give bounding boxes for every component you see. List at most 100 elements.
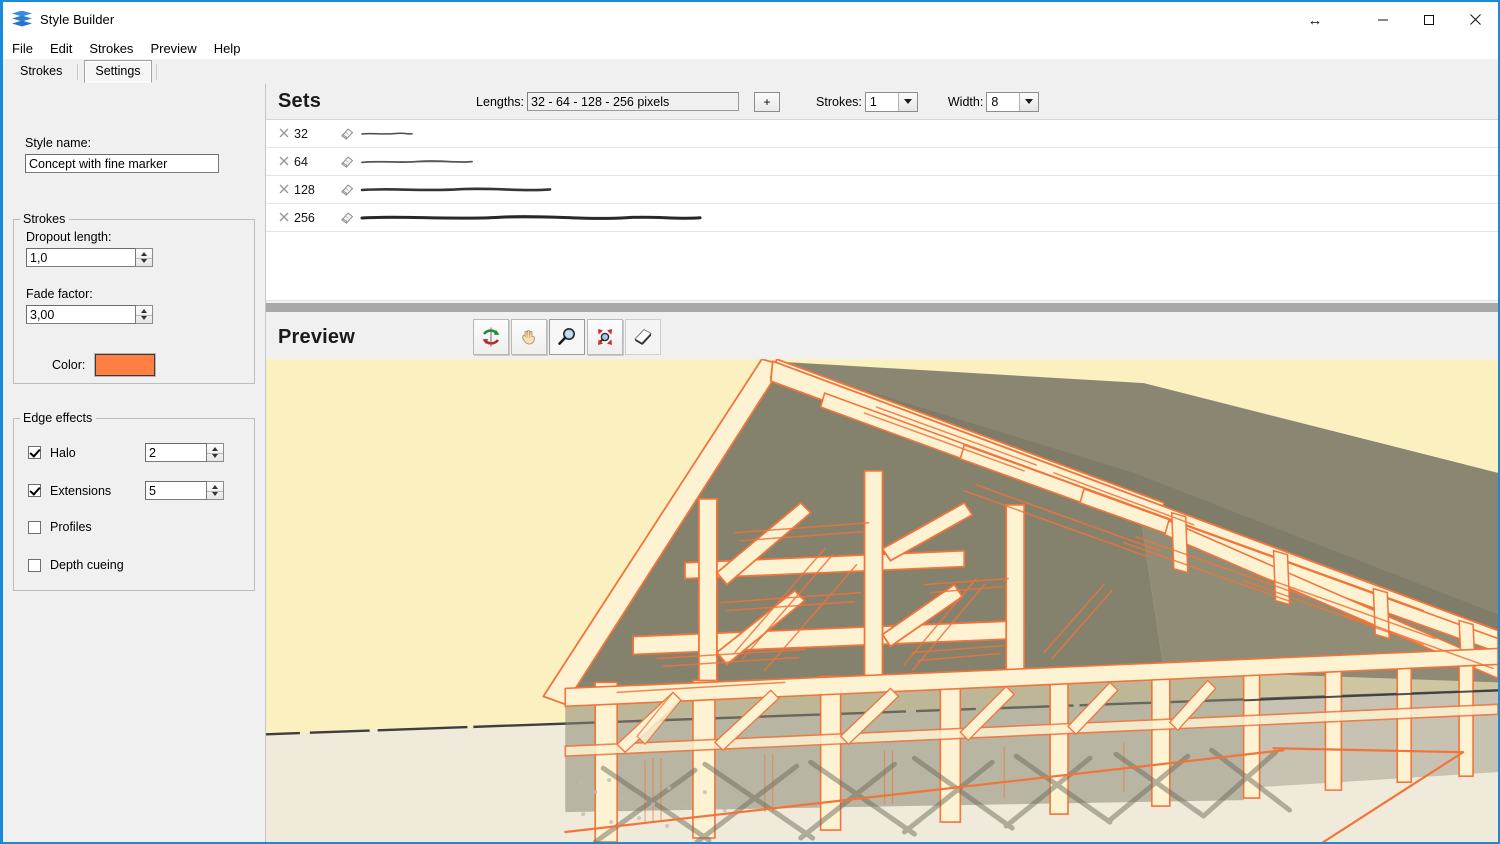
fade-factor-spin-buttons[interactable]: [136, 305, 153, 324]
stroke-color-swatch[interactable]: [95, 354, 156, 376]
window-title: Style Builder: [40, 12, 115, 27]
edge-effect-extensions-row: Extensions: [28, 481, 224, 500]
tab-settings[interactable]: Settings: [84, 60, 152, 83]
halo-stepper[interactable]: [145, 443, 224, 462]
eraser-icon[interactable]: [334, 182, 360, 198]
eraser-icon[interactable]: [334, 210, 360, 226]
edge-effects-group: Edge effects Halo Extensions: [13, 411, 255, 591]
tab-strokes[interactable]: Strokes: [9, 60, 73, 83]
width-select[interactable]: 8: [986, 91, 1040, 112]
set-length-value: 64: [294, 154, 308, 169]
depth-cueing-label: Depth cueing: [50, 558, 124, 572]
page-reset-icon[interactable]: [625, 319, 662, 355]
maximize-button[interactable]: [1406, 2, 1452, 37]
strokes-count-value: 1: [869, 94, 877, 109]
table-row[interactable]: 64: [266, 148, 1498, 176]
style-name-label: Style name:: [25, 136, 92, 150]
extensions-spin-buttons[interactable]: [207, 481, 224, 500]
eraser-icon[interactable]: [334, 154, 360, 170]
barn-sketch-render: [266, 359, 1498, 842]
set-length-value: 256: [294, 210, 315, 225]
orbit-icon[interactable]: [473, 319, 510, 355]
halo-input[interactable]: [145, 443, 207, 462]
body-split: Style name: Strokes Dropout length: Fade…: [3, 84, 1498, 842]
halo-spin-buttons[interactable]: [207, 443, 224, 462]
strokes-group-legend: Strokes: [23, 212, 66, 226]
minimize-button[interactable]: [1360, 2, 1406, 37]
sets-header: Sets Lengths: + Strokes: 1 Width: 8: [266, 84, 1498, 119]
extensions-stepper[interactable]: [145, 481, 224, 500]
edge-effect-depth-cueing-row: Depth cueing: [28, 558, 124, 572]
edge-effects-group-legend: Edge effects: [23, 411, 93, 425]
set-length-value: 128: [294, 182, 315, 197]
sets-horizontal-scrollbar[interactable]: [266, 300, 1498, 315]
extensions-checkbox[interactable]: [28, 484, 41, 497]
add-length-button[interactable]: +: [754, 91, 781, 112]
menu-item-file[interactable]: File: [12, 39, 42, 58]
stack-layers-icon: [12, 10, 32, 30]
menu-item-help[interactable]: Help: [214, 39, 250, 58]
stroke-color-field: Color:: [52, 354, 156, 376]
menu-item-strokes[interactable]: Strokes: [89, 39, 142, 58]
resize-cursor-icon: ↔: [1307, 11, 1323, 29]
lengths-input[interactable]: [527, 92, 740, 111]
close-x-icon[interactable]: [274, 155, 294, 169]
dropout-length-stepper[interactable]: [26, 248, 153, 267]
profiles-checkbox[interactable]: [28, 520, 41, 534]
style-name-section: Style name:: [25, 136, 245, 173]
right-pane: Sets Lengths: + Strokes: 1 Width: 8: [266, 84, 1498, 842]
stroke-color-label: Color:: [52, 358, 86, 372]
width-label: Width:: [947, 94, 984, 109]
tab-separator-1: [77, 64, 79, 80]
fade-factor-label: Fade factor:: [26, 287, 93, 301]
dropout-length-spin-buttons[interactable]: [136, 248, 153, 267]
pan-hand-icon[interactable]: [511, 319, 548, 355]
set-length-value: 32: [294, 126, 308, 141]
sets-title: Sets: [278, 90, 322, 112]
table-row[interactable]: 256: [266, 204, 1498, 232]
sets-list: 32 64 128 256: [266, 119, 1498, 315]
stroke-preview: [360, 206, 1498, 230]
dropout-length-input[interactable]: [26, 248, 136, 267]
tab-separator-2: [155, 64, 157, 80]
preview-header: Preview: [266, 315, 1498, 359]
depth-cueing-checkbox[interactable]: [28, 558, 41, 572]
style-name-input[interactable]: [25, 154, 219, 173]
close-x-icon[interactable]: [274, 127, 294, 141]
fade-factor-field: Fade factor:: [26, 287, 153, 324]
stroke-preview: [360, 122, 1498, 146]
chevron-down-icon[interactable]: [1019, 92, 1039, 111]
eraser-icon[interactable]: [334, 126, 360, 142]
fade-factor-stepper[interactable]: [26, 305, 153, 324]
close-button[interactable]: [1452, 2, 1498, 37]
preview-title: Preview: [278, 325, 356, 348]
extensions-input[interactable]: [145, 481, 207, 500]
edge-effect-halo-row: Halo: [28, 443, 224, 462]
table-row[interactable]: 32: [266, 120, 1498, 148]
scrollbar-thumb[interactable]: [266, 303, 1498, 312]
stroke-preview: [360, 150, 1498, 174]
fade-factor-input[interactable]: [26, 305, 136, 324]
strokes-count-select[interactable]: 1: [864, 91, 918, 112]
preview-canvas[interactable]: [266, 359, 1498, 842]
table-row[interactable]: 128: [266, 176, 1498, 204]
menu-item-edit[interactable]: Edit: [50, 39, 81, 58]
zoom-extents-icon[interactable]: [587, 319, 624, 355]
zoom-magnifier-icon[interactable]: [549, 319, 586, 355]
close-x-icon[interactable]: [274, 183, 294, 197]
dropout-length-label: Dropout length:: [26, 230, 112, 244]
menu-item-preview[interactable]: Preview: [150, 39, 205, 58]
window-controls: [1360, 2, 1498, 37]
close-x-icon[interactable]: [274, 211, 294, 225]
chevron-down-icon[interactable]: [897, 92, 917, 111]
edge-effect-profiles-row: Profiles: [28, 520, 92, 534]
extensions-label: Extensions: [50, 483, 112, 498]
menu-bar: File Edit Strokes Preview Help: [3, 37, 1498, 59]
strokes-group: Strokes Dropout length: Fade factor:: [13, 212, 255, 384]
profiles-label: Profiles: [50, 520, 92, 534]
style-builder-window: Style Builder ↔ File Edit Strokes Previe…: [0, 0, 1500, 844]
width-value: 8: [991, 94, 999, 109]
lengths-label: Lengths:: [476, 94, 525, 109]
tab-strip: Strokes Settings: [3, 59, 1498, 84]
halo-checkbox[interactable]: [28, 446, 41, 459]
